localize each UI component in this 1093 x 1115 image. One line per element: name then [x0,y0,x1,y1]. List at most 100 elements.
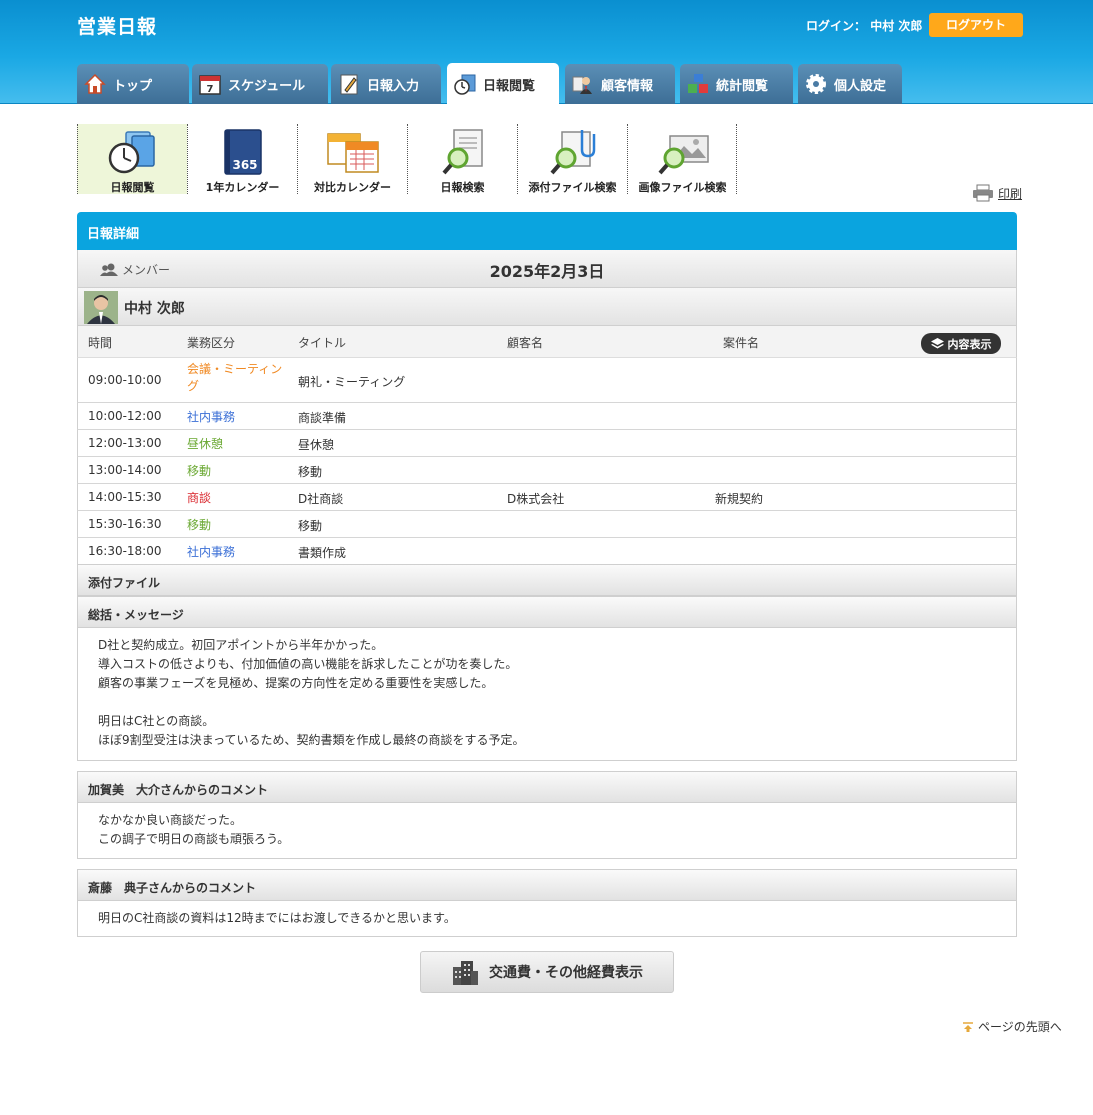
schedule-category: 社内事務 [187,545,236,559]
schedule-time: 10:00-12:00 [88,409,162,423]
summary-body: D社と契約成立。初回アポイントから半年かかった。 導入コストの低さよりも、付加価… [77,628,1017,761]
arrow-up-icon [963,1021,973,1032]
summary-line: ほぼ9割型受注は決まっているため、契約書類を作成し最終の商談をする予定。 [98,733,525,747]
schedule-row[interactable]: 14:00-15:30 商談 D社商談 D株式会社 新規契約 [77,484,1017,511]
report-person-name: 中村 次郎 [124,301,185,317]
app-title: 営業日報 [77,16,158,38]
magnifier-clip-icon [550,130,596,175]
submenu-report-search[interactable]: 日報検索 [407,124,517,194]
column-time: 時間 [88,336,113,350]
schedule-category: 会議・ミーティング [187,362,283,393]
tab-customer[interactable]: 顧客情報 [565,64,675,104]
schedule-category: 移動 [187,464,212,478]
summary-line: 導入コストの低さよりも、付加価値の高い機能を訴求したことが功を奏した。 [98,657,518,671]
schedule-title: 書類作成 [298,546,347,560]
pencil-icon [340,74,358,95]
home-icon [84,73,106,94]
submenu-label: 日報閲覧 [110,181,155,194]
user-row: 中村 次郎 [77,288,1017,326]
svg-text:7: 7 [207,84,214,95]
app-header: 営業日報 ログイン： 中村 次郎 ログアウト トップ 7 スケジュール 日報入力… [0,0,1093,105]
submenu-label: 日報検索 [440,181,485,194]
column-customer: 顧客名 [507,336,544,350]
magnifier-document-icon [442,129,483,175]
schedule-category: 社内事務 [187,410,236,424]
schedule-title: 昼休憩 [298,438,335,452]
comment-line: なかなか良い商談だった。 [98,813,243,827]
schedule-customer: D株式会社 [507,492,565,506]
login-info: ログイン： 中村 次郎 [806,17,922,34]
layers-icon [930,338,944,349]
tab-personal-settings[interactable]: 個人設定 [798,64,902,104]
submenu-compare-calendar[interactable]: 対比カレンダー [297,124,407,194]
tab-label: 日報閲覧 [483,78,536,94]
submenu-divider [736,124,737,194]
schedule-table-header: 時間 業務区分 タイトル 顧客名 案件名 内容表示 [77,326,1017,358]
schedule-time: 15:30-16:30 [88,517,162,531]
building-icon [453,961,478,985]
tab-report-input[interactable]: 日報入力 [331,64,441,104]
svg-text:365: 365 [232,158,257,172]
show-content-button[interactable]: 内容表示 [921,333,1001,354]
print-label: 印刷 [998,186,1023,201]
tab-label: トップ [113,78,153,94]
schedule-row[interactable]: 10:00-12:00 社内事務 商談準備 [77,403,1017,430]
comment-body: 明日のC社商談の資料は12時までにはお渡しできるかと思います。 [77,901,1017,937]
submenu-label: 画像ファイル検索 [638,181,727,194]
schedule-time: 16:30-18:00 [88,544,162,558]
comment-line: 明日のC社商談の資料は12時までにはお渡しできるかと思います。 [98,911,456,925]
submenu-report-view[interactable]: 日報閲覧 [77,124,187,194]
submenu-label: 添付ファイル検索 [528,181,617,194]
summary-line: 明日はC社との商談。 [98,714,215,728]
tab-label: 個人設定 [834,78,887,94]
report-detail-heading: 日報詳細 [77,212,1017,250]
schedule-title: D社商談 [298,492,344,506]
date-row: メンバー 2025年2月3日 [77,250,1017,288]
summary-line: D社と契約成立。初回アポイントから半年かかった。 [98,638,384,652]
submenu-year-calendar[interactable]: 365 1年カレンダー [187,124,297,194]
submenu-label: 1年カレンダー [205,181,280,194]
column-case: 案件名 [723,336,760,350]
clock-folder-icon [108,131,155,174]
schedule-time: 12:00-13:00 [88,436,162,450]
submenu-label: 対比カレンダー [314,181,391,194]
schedule-row[interactable]: 12:00-13:00 昼休憩 昼休憩 [77,430,1017,457]
schedule-case: 新規契約 [715,492,764,506]
tab-statistics[interactable]: 統計閲覧 [680,64,793,104]
logout-button[interactable]: ログアウト [929,13,1023,37]
comment-line: この調子で明日の商談も頑張ろう。 [98,832,290,846]
magnifier-image-icon [658,135,709,175]
tab-schedule[interactable]: 7 スケジュール [192,64,328,104]
comment-heading: 斎藤 典子さんからのコメント [77,869,1017,901]
schedule-time: 09:00-10:00 [88,373,162,387]
schedule-row[interactable]: 16:30-18:00 社内事務 書類作成 [77,538,1017,565]
page-top-label: ページの先頭へ [978,1020,1062,1034]
submenu-image-search[interactable]: 画像ファイル検索 [627,124,737,194]
book-365-icon: 365 [224,129,262,175]
customer-icon [572,76,592,94]
tab-label: スケジュール [228,78,306,94]
clock-folder-icon [454,74,476,95]
tab-top[interactable]: トップ [77,64,189,104]
schedule-title: 移動 [298,465,323,479]
schedule-row[interactable]: 09:00-10:00 会議・ミーティング 朝礼・ミーティング [77,358,1017,403]
schedule-time: 14:00-15:30 [88,490,162,504]
summary-line [98,693,996,712]
schedule-row[interactable]: 15:30-16:30 移動 移動 [77,511,1017,538]
schedule-time: 13:00-14:00 [88,463,162,477]
tab-report-view[interactable]: 日報閲覧 [447,63,559,105]
summary-line: 顧客の事業フェーズを見極め、提案の方向性を定める重要性を実感した。 [98,676,494,690]
schedule-title: 朝礼・ミーティング [298,375,406,389]
expense-display-button[interactable]: 交通費・その他経費表示 [420,951,674,993]
login-label: ログイン： [806,19,867,33]
submenu-attachment-search[interactable]: 添付ファイル検索 [517,124,627,194]
schedule-category: 移動 [187,518,212,532]
printer-icon [973,184,993,202]
avatar [84,291,118,324]
schedule-row[interactable]: 13:00-14:00 移動 移動 [77,457,1017,484]
schedule-category: 商談 [187,491,212,505]
page-top-link[interactable]: ページの先頭へ [962,1018,1062,1035]
comment-body: なかなか良い商談だった。 この調子で明日の商談も頑張ろう。 [77,803,1017,859]
show-content-label: 内容表示 [947,337,992,351]
print-link[interactable]: 印刷 [972,184,1022,202]
